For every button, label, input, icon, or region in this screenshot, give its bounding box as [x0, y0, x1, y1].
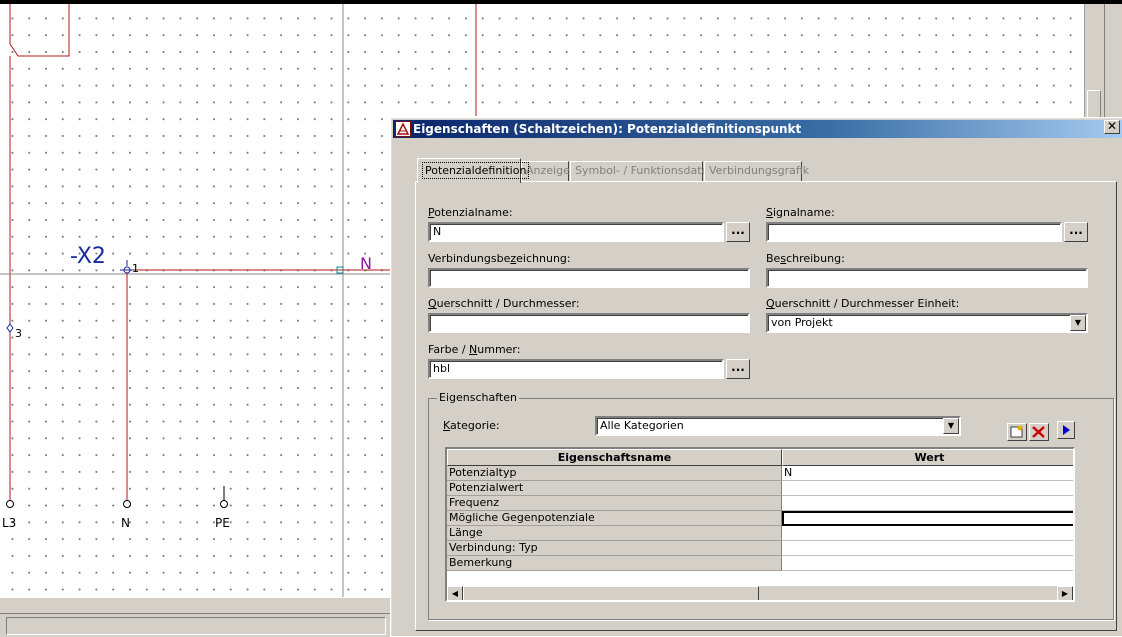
querschnitt-input[interactable] — [428, 313, 750, 333]
tab-potenzialdefinition[interactable]: Potenzialdefinition — [417, 158, 530, 183]
table-row[interactable]: Verbindung: Typ — [447, 541, 1073, 556]
eigenschaften-group: Eigenschaften Kategorie: Alle Kategorien… — [428, 391, 1114, 620]
potenzialname-input[interactable]: N — [428, 222, 724, 242]
terminal-pe-label: PE — [215, 516, 230, 530]
querschnitt-einheit-select[interactable]: von Projekt ▼ — [766, 313, 1088, 333]
chevron-down-icon[interactable]: ▼ — [943, 418, 959, 434]
pin-3-marker — [6, 323, 14, 333]
tab-symbol-funktionsdaten[interactable]: Symbol- / Funktionsdaten — [570, 161, 715, 182]
querschnitt-label: Querschnitt / Durchmesser: — [428, 297, 580, 310]
pin-1-label: 1 — [132, 262, 139, 275]
table-horizontal-scrollbar[interactable]: ◀ ▶ — [447, 586, 1073, 600]
tab-verbindungsgrafik[interactable]: Verbindungsgrafik — [704, 161, 809, 182]
potential-name-label: N — [360, 254, 372, 273]
delete-icon — [1032, 426, 1045, 438]
table-row[interactable]: Länge — [447, 526, 1073, 541]
signalname-label: Signalname: — [766, 206, 835, 219]
properties-dialog: Eigenschaften (Schaltzeichen): Potenzial… — [390, 117, 1122, 637]
signalname-input[interactable] — [766, 222, 1062, 242]
close-button[interactable]: ✕ — [1104, 120, 1120, 134]
vertical-scroll-thumb[interactable] — [1087, 90, 1101, 118]
side-panel-edge — [1104, 4, 1122, 120]
table-row[interactable]: Frequenz — [447, 496, 1073, 511]
farbe-nummer-label: Farbe / Nummer: — [428, 343, 521, 356]
table-row[interactable]: Mögliche Gegenpotenziale — [447, 511, 1073, 526]
farbe-browse-button[interactable]: ... — [726, 359, 750, 379]
beschreibung-input[interactable] — [766, 268, 1088, 288]
device-tag-label: -X2 — [70, 244, 106, 269]
close-icon: ✕ — [1106, 119, 1118, 133]
arrow-right-icon — [1063, 425, 1070, 435]
terminal-pe-circle — [220, 500, 228, 508]
status-bar-field — [6, 617, 386, 635]
status-bar — [0, 613, 390, 637]
farbe-nummer-input[interactable]: hbl — [428, 359, 724, 379]
table-scroll-thumb[interactable] — [463, 586, 759, 600]
terminal-l3-label: L3 — [2, 516, 17, 530]
scroll-right-icon[interactable]: ▶ — [1057, 586, 1073, 600]
chevron-down-icon[interactable]: ▼ — [1070, 315, 1086, 331]
kategorie-label: Kategorie: — [443, 419, 500, 432]
delete-property-button[interactable] — [1029, 423, 1049, 441]
new-icon — [1010, 425, 1023, 438]
beschreibung-label: Beschreibung: — [766, 252, 845, 265]
table-row[interactable]: Bemerkung — [447, 556, 1073, 571]
terminal-n-label: N — [121, 516, 130, 530]
new-property-button[interactable] — [1007, 423, 1027, 441]
eigenschaften-group-title: Eigenschaften — [437, 391, 519, 404]
verbindungsbezeichnung-input[interactable] — [428, 268, 750, 288]
pin-3-label: 3 — [15, 327, 22, 340]
symbol-box-outline — [9, 4, 70, 57]
verbindungsbezeichnung-label: Verbindungsbezeichnung: — [428, 252, 571, 265]
terminal-l3-circle — [6, 500, 14, 508]
tab-panel-potenzialdefinition: Potenzialname: N ... Signalname: ... Ver… — [415, 181, 1117, 631]
properties-table: Eigenschaftsname Wert Potenzialtyp N Pote… — [445, 447, 1075, 602]
dialog-titlebar[interactable]: Eigenschaften (Schaltzeichen): Potenzial… — [393, 120, 1122, 138]
querschnitt-einheit-label: Querschnitt / Durchmesser Einheit: — [766, 297, 960, 310]
scroll-left-icon[interactable]: ◀ — [447, 586, 463, 600]
canvas-horizontal-scrollbar[interactable] — [0, 597, 390, 613]
potenzialname-label: Potenzialname: — [428, 206, 513, 219]
column-header-value[interactable]: Wert — [782, 449, 1073, 466]
table-row[interactable]: Potenzialtyp N — [447, 466, 1073, 481]
signalname-browse-button[interactable]: ... — [1064, 222, 1088, 242]
canvas-vertical-scrollbar[interactable] — [1084, 4, 1104, 120]
table-row[interactable]: Potenzialwert — [447, 481, 1073, 496]
potenzialname-browse-button[interactable]: ... — [726, 222, 750, 242]
move-property-button[interactable] — [1057, 421, 1075, 439]
terminal-n-circle — [123, 500, 131, 508]
kategorie-select[interactable]: Alle Kategorien ▼ — [595, 416, 961, 436]
app-icon — [395, 121, 411, 137]
column-header-name[interactable]: Eigenschaftsname — [447, 449, 782, 466]
dialog-title: Eigenschaften (Schaltzeichen): Potenzial… — [413, 122, 802, 136]
